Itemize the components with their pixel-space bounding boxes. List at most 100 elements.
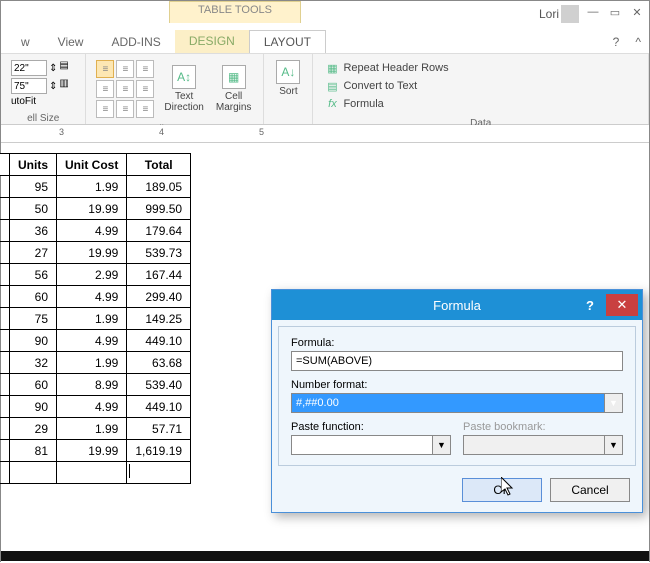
cell-units[interactable]: 29 [10, 418, 57, 440]
cell-unit-cost[interactable]: 1.99 [57, 308, 127, 330]
table-footer-row [0, 462, 191, 484]
window-close-button[interactable]: ✕ [625, 1, 649, 23]
formula-input[interactable] [291, 351, 623, 371]
col-unit-cost[interactable]: Unit Cost [57, 154, 127, 176]
cell-unit-cost[interactable]: 8.99 [57, 374, 127, 396]
user-name: Lori [539, 7, 559, 21]
window-restore-button[interactable]: ▭ [603, 1, 627, 23]
cell-units[interactable]: 81 [10, 440, 57, 462]
tab-partial-left[interactable]: w [7, 31, 44, 53]
window-minimize-button[interactable]: — [581, 1, 605, 23]
cell-units[interactable]: 27 [10, 242, 57, 264]
repeat-header-rows-button[interactable]: ▦Repeat Header Rows [321, 60, 640, 76]
paste-bookmark-label: Paste bookmark: [463, 421, 623, 433]
dialog-title: Formula [433, 298, 481, 313]
data-table: Units Unit Cost Total 951.99189.055019.9… [0, 153, 191, 484]
cancel-button[interactable]: Cancel [550, 478, 630, 502]
cell-unit-cost[interactable]: 2.99 [57, 264, 127, 286]
tab-layout[interactable]: LAYOUT [249, 30, 326, 53]
align-top-center[interactable]: ≡ [116, 60, 134, 78]
cell-units[interactable]: 60 [10, 374, 57, 396]
cell-unit-cost[interactable]: 1.99 [57, 352, 127, 374]
table-row: 321.9963.68 [0, 352, 191, 374]
cell-unit-cost[interactable]: 4.99 [57, 286, 127, 308]
align-bottom-left[interactable]: ≡ [96, 100, 114, 118]
chevron-down-icon[interactable]: ▼ [604, 394, 622, 412]
cell-total[interactable]: 539.73 [127, 242, 191, 264]
cell-units[interactable]: 95 [10, 176, 57, 198]
distribute-rows-icon[interactable]: ▤ [59, 60, 75, 76]
cell-total[interactable]: 999.50 [127, 198, 191, 220]
user-avatar[interactable] [561, 5, 579, 23]
cell-unit-cost[interactable]: 4.99 [57, 220, 127, 242]
align-bottom-center[interactable]: ≡ [116, 100, 134, 118]
autofit-button[interactable]: utoFit [11, 96, 36, 107]
cell-unit-cost[interactable]: 1.99 [57, 418, 127, 440]
distribute-cols-icon[interactable]: ▥ [59, 78, 75, 94]
cell-total[interactable]: 179.64 [127, 220, 191, 242]
paste-function-combo[interactable]: ▼ [291, 435, 451, 455]
cell-total[interactable]: 167.44 [127, 264, 191, 286]
cell-total[interactable]: 149.25 [127, 308, 191, 330]
dialog-close-button[interactable]: ✕ [606, 294, 638, 316]
col-width-input[interactable]: 75" [11, 78, 47, 94]
footer-dark-strip [1, 551, 649, 561]
chevron-down-icon[interactable]: ▼ [432, 436, 450, 454]
align-bottom-right[interactable]: ≡ [136, 100, 154, 118]
cell-unit-cost[interactable]: 4.99 [57, 396, 127, 418]
col-total[interactable]: Total [127, 154, 191, 176]
sort-button[interactable]: A↓ Sort [270, 56, 306, 101]
cell-total[interactable]: 299.40 [127, 286, 191, 308]
ok-button[interactable]: OK [462, 478, 542, 502]
cell-unit-cost[interactable]: 1.99 [57, 176, 127, 198]
dialog-help-button[interactable]: ? [578, 294, 602, 316]
ribbon-help-icon[interactable]: ? [605, 31, 628, 53]
formula-dialog: Formula ? ✕ Formula: Number format: #,##… [271, 289, 643, 513]
tab-design[interactable]: DESIGN [175, 30, 249, 53]
row-height-input[interactable]: 22" [11, 60, 47, 76]
align-top-left[interactable]: ≡ [96, 60, 114, 78]
tab-addins[interactable]: ADD-INS [97, 31, 174, 53]
total-cell-active[interactable] [127, 462, 191, 484]
cell-units[interactable]: 36 [10, 220, 57, 242]
cell-units[interactable]: 75 [10, 308, 57, 330]
align-middle-right[interactable]: ≡ [136, 80, 154, 98]
cell-units[interactable]: 56 [10, 264, 57, 286]
convert-text-icon: ▤ [325, 79, 339, 93]
cell-total[interactable]: 63.68 [127, 352, 191, 374]
col-units[interactable]: Units [10, 154, 57, 176]
cell-units[interactable]: 32 [10, 352, 57, 374]
cell-unit-cost[interactable]: 4.99 [57, 330, 127, 352]
align-middle-left[interactable]: ≡ [96, 80, 114, 98]
dialog-titlebar[interactable]: Formula ? ✕ [272, 290, 642, 320]
cell-total[interactable]: 539.40 [127, 374, 191, 396]
cell-margins-button[interactable]: ▦ Cell Margins [210, 56, 258, 122]
formula-icon: fx [325, 97, 339, 111]
ribbon-tab-strip: w View ADD-INS DESIGN LAYOUT ? ^ [1, 29, 649, 53]
alignment-grid: ≡ ≡ ≡ ≡ ≡ ≡ ≡ ≡ ≡ [92, 56, 158, 122]
spinner-icon[interactable]: ⇕ [49, 81, 57, 92]
cell-units[interactable]: 90 [10, 396, 57, 418]
number-format-combo[interactable]: #,##0.00 ▼ [291, 393, 623, 413]
cell-units[interactable]: 60 [10, 286, 57, 308]
cell-total[interactable]: 449.10 [127, 330, 191, 352]
cell-unit-cost[interactable]: 19.99 [57, 242, 127, 264]
table-row: 604.99299.40 [0, 286, 191, 308]
tab-view[interactable]: View [44, 31, 98, 53]
cell-total[interactable]: 189.05 [127, 176, 191, 198]
spinner-icon[interactable]: ⇕ [49, 63, 57, 74]
convert-to-text-button[interactable]: ▤Convert to Text [321, 78, 640, 94]
cell-unit-cost[interactable]: 19.99 [57, 440, 127, 462]
align-top-right[interactable]: ≡ [136, 60, 154, 78]
ribbon-collapse-icon[interactable]: ^ [627, 31, 649, 53]
cell-units[interactable]: 90 [10, 330, 57, 352]
align-middle-center[interactable]: ≡ [116, 80, 134, 98]
cell-unit-cost[interactable]: 19.99 [57, 198, 127, 220]
cell-total[interactable]: 449.10 [127, 396, 191, 418]
window-titlebar: TABLE TOOLS Lori — ▭ ✕ [1, 1, 649, 29]
formula-button[interactable]: fxFormula [321, 96, 640, 112]
text-direction-button[interactable]: A↕ Text Direction [158, 56, 209, 122]
cell-units[interactable]: 50 [10, 198, 57, 220]
cell-total[interactable]: 57.71 [127, 418, 191, 440]
cell-total[interactable]: 1,619.19 [127, 440, 191, 462]
